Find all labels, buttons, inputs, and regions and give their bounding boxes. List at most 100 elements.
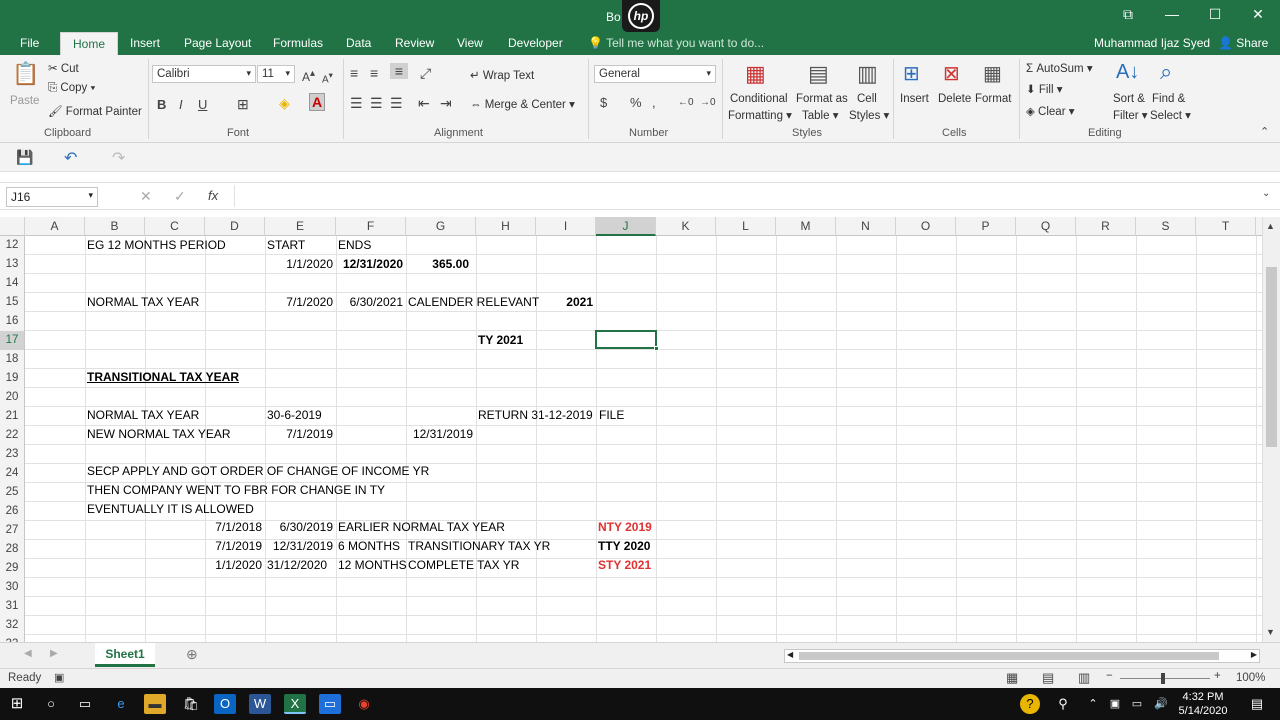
- people-icon[interactable]: ⚲: [1052, 694, 1074, 714]
- insert-function-icon[interactable]: fx: [208, 188, 218, 203]
- cell-e15[interactable]: 7/1/2020: [265, 293, 333, 312]
- search-icon[interactable]: ○: [40, 694, 62, 714]
- sort-filter-icon[interactable]: A↓: [1116, 61, 1139, 84]
- row-header[interactable]: 17: [0, 331, 25, 350]
- user-name[interactable]: Muhammad Ijaz Syed: [1094, 36, 1210, 50]
- col-header-q[interactable]: Q: [1016, 217, 1076, 236]
- col-header-o[interactable]: O: [896, 217, 956, 236]
- horizontal-scrollbar[interactable]: ◀ ▶: [784, 649, 1260, 663]
- cell-h21[interactable]: RETURN 31-12-2019: [478, 406, 593, 425]
- row-header[interactable]: 23: [0, 445, 25, 464]
- tab-insert[interactable]: Insert: [130, 36, 160, 50]
- font-size-dropdown[interactable]: 11 ▾: [257, 65, 295, 83]
- tab-developer[interactable]: Developer: [508, 36, 563, 50]
- comma-icon[interactable]: ,: [652, 95, 656, 110]
- task-view-icon[interactable]: ▭: [74, 694, 96, 714]
- row-header[interactable]: 13: [0, 255, 25, 274]
- row-header[interactable]: 12: [0, 236, 25, 255]
- video-app-icon[interactable]: ▭: [319, 694, 341, 714]
- row-header[interactable]: 30: [0, 578, 25, 597]
- add-sheet-icon[interactable]: ⊕: [186, 646, 198, 663]
- col-header-r[interactable]: R: [1076, 217, 1136, 236]
- copy-button[interactable]: ⎘ Copy ▾: [48, 82, 95, 95]
- cell-e13[interactable]: 1/1/2020: [265, 255, 333, 274]
- notifications-icon[interactable]: ▤: [1246, 694, 1268, 714]
- delete-cells-icon[interactable]: ⊠: [943, 61, 960, 86]
- number-format-dropdown[interactable]: General ▾: [594, 65, 716, 83]
- cell-b19[interactable]: TRANSITIONAL TAX YEAR: [87, 368, 239, 387]
- tab-view[interactable]: View: [457, 36, 483, 50]
- scroll-right-icon[interactable]: ▶: [1251, 650, 1257, 659]
- zoom-level[interactable]: 100%: [1236, 672, 1265, 684]
- col-header-h[interactable]: H: [476, 217, 536, 236]
- cancel-formula-icon[interactable]: ✕: [140, 188, 152, 205]
- row-header[interactable]: 31: [0, 597, 25, 616]
- scroll-up-icon[interactable]: ▲: [1266, 221, 1275, 231]
- volume-icon[interactable]: 🔊: [1150, 694, 1172, 714]
- cell-j29[interactable]: STY 2021: [598, 556, 651, 575]
- align-center-icon[interactable]: ☰: [370, 95, 383, 112]
- col-header-f[interactable]: F: [336, 217, 406, 236]
- save-icon[interactable]: 💾: [16, 149, 33, 166]
- font-name-dropdown[interactable]: Calibri ▾: [152, 65, 256, 83]
- find-select-button[interactable]: Find &: [1152, 93, 1185, 105]
- normal-view-icon[interactable]: ▦: [1006, 670, 1018, 686]
- cell-f29[interactable]: 12 MONTHS: [338, 556, 407, 575]
- cell-f12[interactable]: ENDS: [338, 236, 371, 255]
- battery-icon[interactable]: ▭: [1126, 694, 1148, 714]
- outlook-icon[interactable]: O: [214, 694, 236, 714]
- redo-icon[interactable]: ↷: [112, 148, 125, 168]
- cell-b21[interactable]: NORMAL TAX YEAR: [87, 406, 199, 425]
- paste-button[interactable]: Paste: [10, 95, 39, 107]
- expand-formula-icon[interactable]: ⌄: [1262, 188, 1270, 199]
- row-header[interactable]: 18: [0, 350, 25, 369]
- next-sheet-icon[interactable]: ▶: [50, 648, 58, 659]
- cell-g29[interactable]: COMPLETE TAX YR: [408, 556, 519, 575]
- cell-styles-button[interactable]: Cell: [857, 93, 877, 105]
- cell-f15[interactable]: 6/30/2021: [336, 293, 403, 312]
- increase-indent-icon[interactable]: ⇥: [440, 95, 452, 112]
- tab-review[interactable]: Review: [395, 36, 434, 50]
- format-cells-button[interactable]: Format: [975, 93, 1011, 105]
- store-icon[interactable]: 🛍: [180, 694, 202, 714]
- align-right-icon[interactable]: ☰: [390, 95, 403, 112]
- word-icon[interactable]: W: [249, 694, 271, 714]
- row-header[interactable]: 28: [0, 540, 25, 559]
- help-icon[interactable]: ?: [1020, 694, 1040, 714]
- cell-d27[interactable]: 7/1/2018: [205, 518, 262, 537]
- cell-e21[interactable]: 30-6-2019: [267, 406, 322, 425]
- col-header-g[interactable]: G: [406, 217, 476, 236]
- zoom-out-icon[interactable]: −: [1106, 670, 1113, 682]
- cell-b15[interactable]: NORMAL TAX YEAR: [87, 293, 199, 312]
- cell-g22[interactable]: 12/31/2019: [406, 425, 473, 444]
- prev-sheet-icon[interactable]: ◀: [24, 648, 32, 659]
- decrease-indent-icon[interactable]: ⇤: [418, 95, 430, 112]
- page-break-view-icon[interactable]: ▥: [1078, 670, 1090, 686]
- cell-styles-icon[interactable]: ▥: [857, 61, 878, 87]
- row-header[interactable]: 24: [0, 464, 25, 483]
- macro-record-icon[interactable]: ▣: [54, 671, 64, 684]
- cell-j21[interactable]: FILE: [599, 406, 624, 425]
- cell-j27[interactable]: NTY 2019: [598, 518, 652, 537]
- cell-e28[interactable]: 12/31/2019: [265, 537, 333, 556]
- cell-j28[interactable]: TTY 2020: [598, 537, 650, 556]
- currency-icon[interactable]: $: [600, 95, 607, 110]
- format-as-table-icon[interactable]: ▤: [808, 61, 829, 87]
- row-header[interactable]: 29: [0, 559, 25, 578]
- windows-start-icon[interactable]: ⊞: [6, 694, 28, 714]
- bottom-align-icon[interactable]: ≡: [390, 63, 408, 79]
- underline-icon[interactable]: U: [198, 97, 207, 112]
- col-header-s[interactable]: S: [1136, 217, 1196, 236]
- excel-icon[interactable]: X: [284, 694, 306, 714]
- conditional-formatting-icon[interactable]: ▦: [745, 61, 766, 87]
- row-header[interactable]: 27: [0, 521, 25, 540]
- cell-b12[interactable]: EG 12 MONTHS PERIOD: [87, 236, 226, 255]
- tab-file[interactable]: File: [20, 36, 39, 50]
- cell-e22[interactable]: 7/1/2019: [265, 425, 333, 444]
- bold-icon[interactable]: B: [157, 97, 166, 112]
- row-header[interactable]: 25: [0, 483, 25, 502]
- page-layout-view-icon[interactable]: ▤: [1042, 670, 1054, 686]
- show-hidden-icon[interactable]: ⌃: [1082, 694, 1104, 714]
- maximize-icon[interactable]: ☐: [1205, 6, 1225, 23]
- zoom-slider-thumb[interactable]: [1161, 673, 1165, 684]
